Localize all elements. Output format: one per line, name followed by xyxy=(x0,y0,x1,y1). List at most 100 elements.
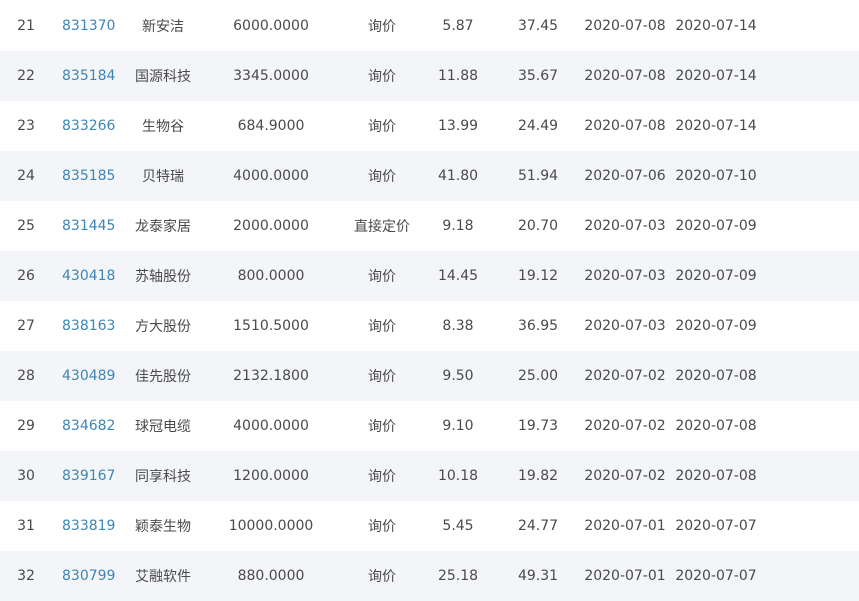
row-index: 23 xyxy=(17,118,35,134)
issue-method: 询价 xyxy=(368,319,396,335)
pe-ratio: 24.77 xyxy=(517,518,559,534)
pe-ratio: 20.70 xyxy=(517,218,559,234)
start-date: 2020-07-06 xyxy=(584,168,666,184)
end-date: 2020-07-14 xyxy=(675,17,757,34)
issue-amount: 1200.0000 xyxy=(233,468,309,484)
issue-method: 询价 xyxy=(368,69,396,85)
pe-ratio: 19.12 xyxy=(517,268,559,284)
row-index: 25 xyxy=(17,218,35,234)
stock-code-link[interactable]: 831445 xyxy=(62,201,122,251)
issue-price: 25.18 xyxy=(437,568,479,584)
end-date: 2020-07-08 xyxy=(675,368,757,384)
stock-name: 生物谷 xyxy=(142,119,184,135)
issue-amount: 6000.0000 xyxy=(233,17,309,34)
issue-amount: 684.9000 xyxy=(237,118,305,134)
row-index: 22 xyxy=(17,68,35,84)
stock-name: 国源科技 xyxy=(135,69,191,85)
stock-name: 佳先股份 xyxy=(135,369,191,385)
issue-amount: 10000.0000 xyxy=(228,518,314,534)
stock-name: 苏轴股份 xyxy=(135,269,191,285)
stock-name: 同享科技 xyxy=(135,469,191,485)
issue-price: 8.38 xyxy=(442,318,474,334)
row-index: 31 xyxy=(17,518,35,534)
issue-amount: 880.0000 xyxy=(237,568,305,584)
issue-price: 14.45 xyxy=(437,268,479,284)
row-index: 30 xyxy=(17,468,35,484)
issue-amount: 2132.1800 xyxy=(233,368,309,384)
stock-code-link[interactable]: 835185 xyxy=(62,151,122,201)
stock-code-link[interactable]: 835184 xyxy=(62,51,122,101)
table-row: 28 430489 佳先股份 2132.1800 询价 9.50 25.00 2… xyxy=(0,351,859,401)
issue-amount: 4000.0000 xyxy=(233,168,309,184)
start-date: 2020-07-02 xyxy=(584,418,666,434)
issue-method: 询价 xyxy=(368,18,396,35)
row-index: 21 xyxy=(17,17,35,34)
issue-amount: 2000.0000 xyxy=(233,218,309,234)
issue-price: 10.18 xyxy=(437,468,479,484)
stock-code-link[interactable]: 830799 xyxy=(62,551,122,601)
end-date: 2020-07-08 xyxy=(675,418,757,434)
end-date: 2020-07-10 xyxy=(675,168,757,184)
start-date: 2020-07-03 xyxy=(584,268,666,284)
end-date: 2020-07-14 xyxy=(675,118,757,134)
table-row: 21 831370 新安洁 6000.0000 询价 5.87 37.45 20… xyxy=(0,0,859,51)
issue-method: 询价 xyxy=(368,419,396,435)
pe-ratio: 24.49 xyxy=(517,118,559,134)
issue-price: 9.18 xyxy=(442,218,474,234)
stock-code-link[interactable]: 839167 xyxy=(62,451,122,501)
start-date: 2020-07-02 xyxy=(584,468,666,484)
issue-method: 询价 xyxy=(368,269,396,285)
issue-amount: 800.0000 xyxy=(237,268,305,284)
stock-name: 球冠电缆 xyxy=(135,419,191,435)
table-row: 24 835185 贝特瑞 4000.0000 询价 41.80 51.94 2… xyxy=(0,151,859,201)
stock-code-link[interactable]: 833266 xyxy=(62,101,122,151)
row-index: 24 xyxy=(17,168,35,184)
row-index: 28 xyxy=(17,368,35,384)
stock-code-link[interactable]: 430489 xyxy=(62,351,122,401)
stock-code-link[interactable]: 831370 xyxy=(62,0,122,51)
issue-method: 询价 xyxy=(368,169,396,185)
stock-code-link[interactable]: 833819 xyxy=(62,501,122,551)
issue-price: 41.80 xyxy=(437,168,479,184)
issue-method: 询价 xyxy=(368,469,396,485)
issue-price: 5.87 xyxy=(442,17,474,34)
table-row: 26 430418 苏轴股份 800.0000 询价 14.45 19.12 2… xyxy=(0,251,859,301)
issue-price: 9.50 xyxy=(442,368,474,384)
pe-ratio: 19.82 xyxy=(517,468,559,484)
ipo-table: 21 831370 新安洁 6000.0000 询价 5.87 37.45 20… xyxy=(0,0,859,601)
row-index: 29 xyxy=(17,418,35,434)
start-date: 2020-07-01 xyxy=(584,568,666,584)
issue-price: 11.88 xyxy=(437,68,479,84)
stock-code-link[interactable]: 838163 xyxy=(62,301,122,351)
end-date: 2020-07-07 xyxy=(675,518,757,534)
row-index: 27 xyxy=(17,318,35,334)
start-date: 2020-07-08 xyxy=(584,118,666,134)
table-row: 22 835184 国源科技 3345.0000 询价 11.88 35.67 … xyxy=(0,51,859,101)
stock-name: 方大股份 xyxy=(135,319,191,335)
stock-code-link[interactable]: 834682 xyxy=(62,401,122,451)
issue-amount: 4000.0000 xyxy=(233,418,309,434)
stock-name: 贝特瑞 xyxy=(142,169,184,185)
end-date: 2020-07-09 xyxy=(675,318,757,334)
pe-ratio: 25.00 xyxy=(517,368,559,384)
end-date: 2020-07-09 xyxy=(675,268,757,284)
stock-name: 颖泰生物 xyxy=(135,519,191,535)
issue-amount: 3345.0000 xyxy=(233,68,309,84)
pe-ratio: 49.31 xyxy=(517,568,559,584)
row-index: 32 xyxy=(17,568,35,584)
table-row: 29 834682 球冠电缆 4000.0000 询价 9.10 19.73 2… xyxy=(0,401,859,451)
pe-ratio: 19.73 xyxy=(517,418,559,434)
end-date: 2020-07-14 xyxy=(675,68,757,84)
issue-price: 9.10 xyxy=(442,418,474,434)
table-row: 32 830799 艾融软件 880.0000 询价 25.18 49.31 2… xyxy=(0,551,859,601)
pe-ratio: 37.45 xyxy=(517,17,559,34)
start-date: 2020-07-08 xyxy=(584,68,666,84)
pe-ratio: 51.94 xyxy=(517,168,559,184)
issue-method: 直接定价 xyxy=(354,219,410,235)
table-row: 25 831445 龙泰家居 2000.0000 直接定价 9.18 20.70… xyxy=(0,201,859,251)
table-row: 31 833819 颖泰生物 10000.0000 询价 5.45 24.77 … xyxy=(0,501,859,551)
stock-code-link[interactable]: 430418 xyxy=(62,251,122,301)
start-date: 2020-07-03 xyxy=(584,318,666,334)
issue-price: 5.45 xyxy=(442,518,474,534)
start-date: 2020-07-02 xyxy=(584,368,666,384)
